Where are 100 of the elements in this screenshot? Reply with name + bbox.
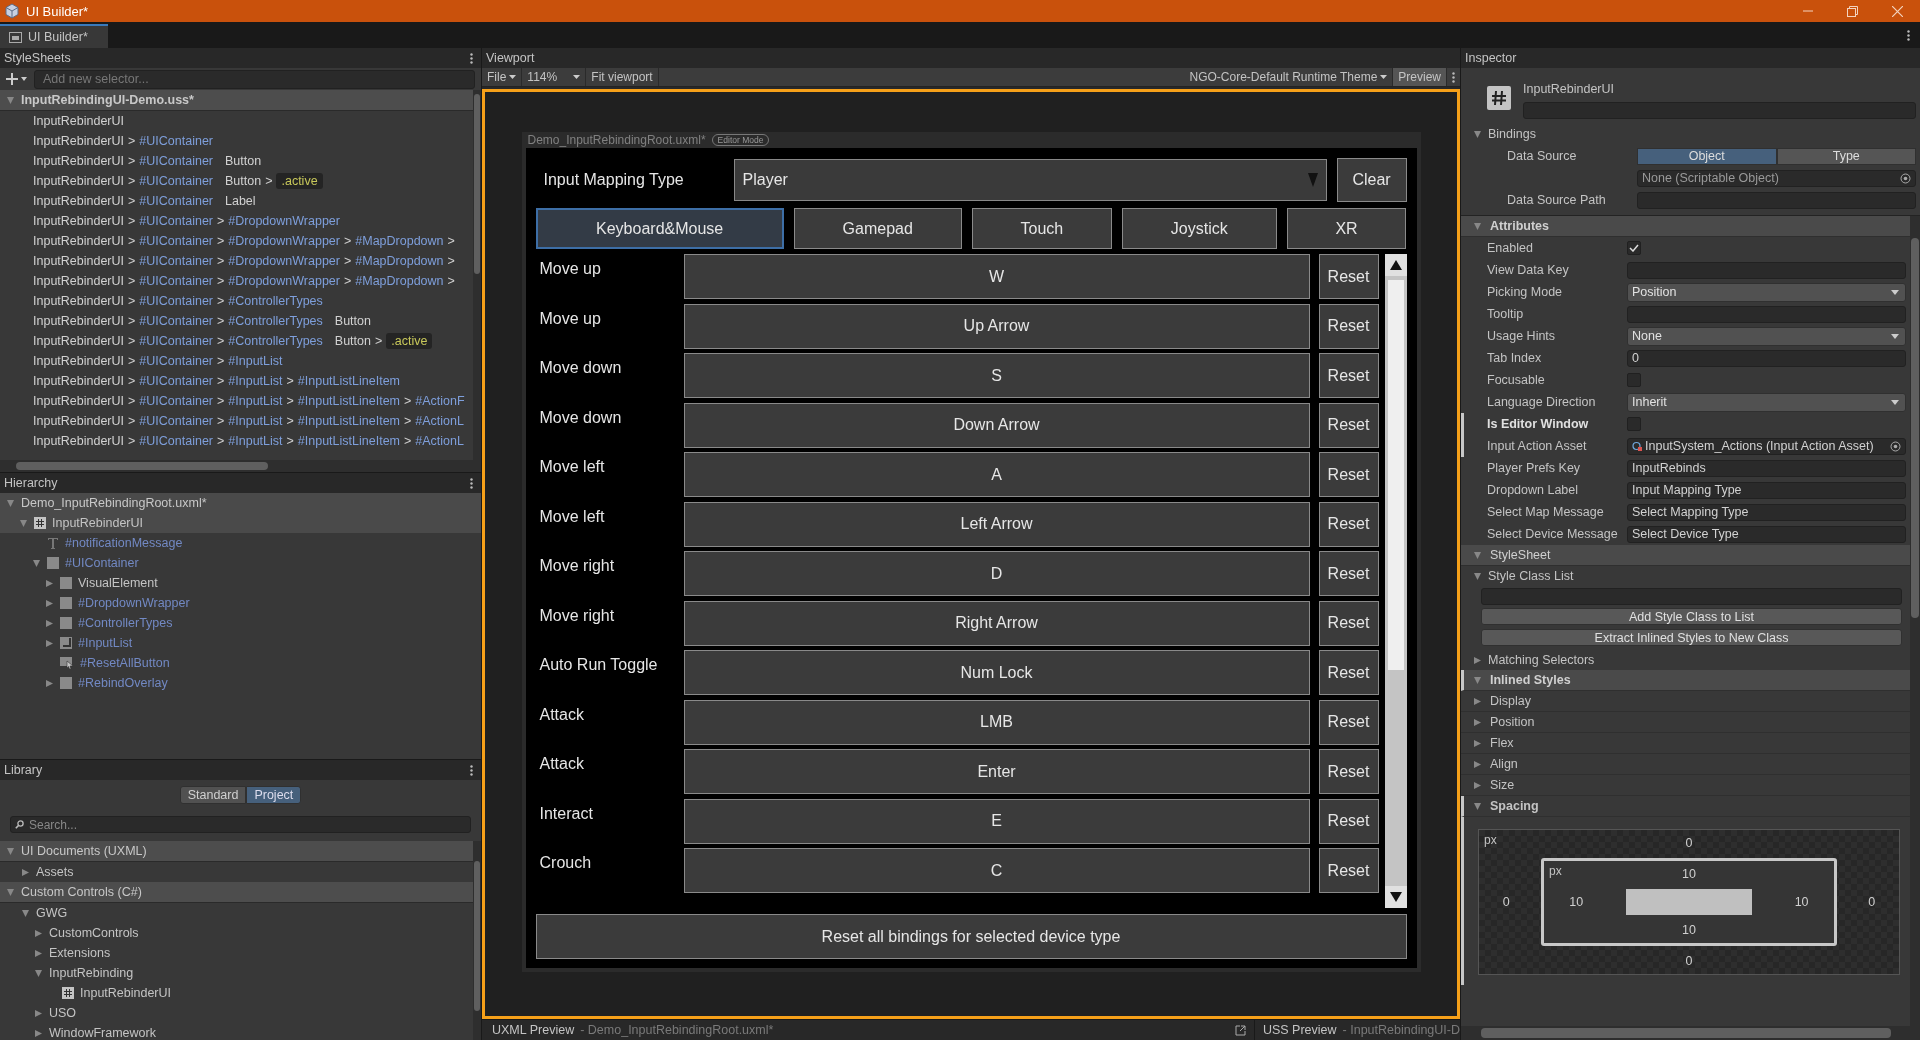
target-icon[interactable] <box>1900 172 1911 184</box>
caret-icon[interactable] <box>32 558 41 568</box>
tree-item[interactable]: USO <box>0 1003 473 1023</box>
margin-value[interactable]: 0 <box>1486 895 1527 909</box>
binding-button[interactable]: A <box>683 452 1310 497</box>
caret-icon[interactable] <box>45 598 54 608</box>
caret-icon[interactable] <box>1473 550 1482 560</box>
more-options-icon[interactable] <box>470 764 473 776</box>
binding-button[interactable]: W <box>683 254 1310 299</box>
caret-icon[interactable] <box>1473 717 1482 727</box>
padding-value[interactable]: 10 <box>1682 923 1696 937</box>
text-field[interactable]: InputRebinds <box>1627 459 1906 477</box>
scroll-down-button[interactable] <box>1384 886 1407 908</box>
caret-icon[interactable] <box>1473 696 1482 706</box>
reset-button[interactable]: Reset <box>1318 600 1379 646</box>
style-group-header[interactable]: Display <box>1461 691 1910 712</box>
device-tab[interactable]: XR <box>1286 208 1407 249</box>
tree-item[interactable]: WindowFramework <box>0 1023 473 1040</box>
dropdown-field[interactable]: Inherit <box>1627 392 1906 412</box>
object-field[interactable]: None (Scriptable Object) <box>1637 169 1916 187</box>
scrollbar[interactable] <box>473 841 481 1040</box>
tree-item[interactable]: InputRebinderUI <box>0 983 473 1003</box>
binding-button[interactable]: E <box>683 798 1310 844</box>
search-field[interactable]: Search... <box>10 816 471 833</box>
binding-button[interactable]: S <box>683 353 1310 398</box>
device-tab[interactable]: Joystick <box>1122 208 1277 249</box>
reset-button[interactable]: Reset <box>1318 452 1379 497</box>
clear-button[interactable]: Clear <box>1336 158 1407 202</box>
scroll-up-button[interactable] <box>1384 254 1407 276</box>
style-group-header[interactable]: Align <box>1461 754 1910 775</box>
binding-button[interactable]: D <box>683 551 1310 596</box>
foldout-header[interactable]: Matching Selectors <box>1461 650 1910 670</box>
scrollbar[interactable] <box>0 460 481 472</box>
preview-button[interactable]: Preview <box>1393 68 1447 86</box>
tree-item[interactable]: Extensions <box>0 943 473 963</box>
uss-file-row[interactable]: InputRebindingUI-Demo.uss* <box>0 90 473 111</box>
caret-icon[interactable] <box>21 867 30 877</box>
reset-button[interactable]: Reset <box>1318 848 1379 893</box>
caret-icon[interactable] <box>6 498 15 508</box>
reset-all-button[interactable]: Reset all bindings for selected device type <box>535 914 1407 959</box>
text-field[interactable]: Select Mapping Type <box>1627 503 1906 521</box>
scrollbar[interactable] <box>1461 1026 1920 1040</box>
reset-button[interactable]: Reset <box>1318 303 1379 349</box>
binding-button[interactable]: C <box>683 848 1310 893</box>
caret-icon[interactable] <box>1473 780 1482 790</box>
section-header[interactable]: Attributes <box>1461 216 1910 237</box>
scrollbar[interactable] <box>1910 216 1920 1026</box>
caret-icon[interactable] <box>6 846 15 856</box>
dropdown-field[interactable]: None <box>1627 326 1906 346</box>
tree-item[interactable]: InputRebinderUI <box>0 513 481 533</box>
mode-toggle[interactable]: Object <box>1637 147 1777 165</box>
text-field[interactable]: Select Device Type <box>1627 525 1906 543</box>
reset-button[interactable]: Reset <box>1318 798 1379 844</box>
add-selector-button[interactable] <box>4 73 30 85</box>
caret-icon[interactable] <box>45 578 54 588</box>
caret-icon[interactable] <box>1473 571 1482 581</box>
library-section[interactable]: Custom Controls (C#) <box>0 882 473 903</box>
reset-button[interactable]: Reset <box>1318 749 1379 794</box>
caret-icon[interactable] <box>34 948 43 958</box>
caret-icon[interactable] <box>45 678 54 688</box>
section-header[interactable]: StyleSheet <box>1461 545 1910 566</box>
dropdown-field[interactable]: Position <box>1627 282 1906 302</box>
reset-button[interactable]: Reset <box>1318 650 1379 695</box>
target-icon[interactable] <box>1890 440 1901 452</box>
margin-value[interactable]: 0 <box>1685 836 1693 850</box>
tree-item[interactable]: CustomControls <box>0 923 473 943</box>
tree-item[interactable]: VisualElement <box>0 573 481 593</box>
caret-icon[interactable] <box>19 518 28 528</box>
caret-icon[interactable] <box>6 95 15 105</box>
checkbox[interactable] <box>1627 373 1641 387</box>
library-tab[interactable]: Project <box>246 786 302 804</box>
tree-item[interactable]: Demo_InputRebindingRoot.uxml* <box>0 493 481 513</box>
library-section[interactable]: UI Documents (UXML) <box>0 841 473 862</box>
foldout-header[interactable]: Style Class List <box>1461 566 1910 586</box>
reset-button[interactable]: Reset <box>1318 254 1379 299</box>
margin-value[interactable]: 0 <box>1685 954 1693 968</box>
more-options-icon[interactable] <box>1452 71 1455 83</box>
section-header[interactable]: Inlined Styles <box>1461 670 1910 691</box>
binding-button[interactable]: Num Lock <box>683 650 1310 695</box>
caret-icon[interactable] <box>1473 675 1482 685</box>
binding-button[interactable]: Left Arrow <box>683 501 1310 547</box>
more-options-icon[interactable] <box>470 477 473 489</box>
caret-icon[interactable] <box>34 1028 43 1038</box>
caret-icon[interactable] <box>1473 221 1482 231</box>
mode-toggle[interactable]: Type <box>1776 147 1916 165</box>
text-field[interactable]: 0 <box>1627 349 1906 367</box>
device-tab[interactable]: Touch <box>971 208 1113 249</box>
window-tab[interactable]: UI Builder* <box>0 24 108 48</box>
binding-button[interactable]: Down Arrow <box>683 402 1310 448</box>
style-group-header[interactable]: Position <box>1461 712 1910 733</box>
binding-button[interactable]: Right Arrow <box>683 600 1310 646</box>
device-tab[interactable]: Keyboard&Mouse <box>535 208 784 249</box>
mapping-dropdown[interactable]: Player <box>733 159 1327 201</box>
binding-button[interactable]: Up Arrow <box>683 303 1310 349</box>
caret-icon[interactable] <box>45 618 54 628</box>
foldout-header[interactable]: Bindings <box>1461 123 1920 145</box>
style-button[interactable]: Add Style Class to List <box>1481 608 1902 625</box>
text-field[interactable]: Input Mapping Type <box>1627 481 1906 499</box>
tree-item[interactable]: Assets <box>0 862 473 882</box>
more-options-icon[interactable] <box>1907 30 1910 41</box>
